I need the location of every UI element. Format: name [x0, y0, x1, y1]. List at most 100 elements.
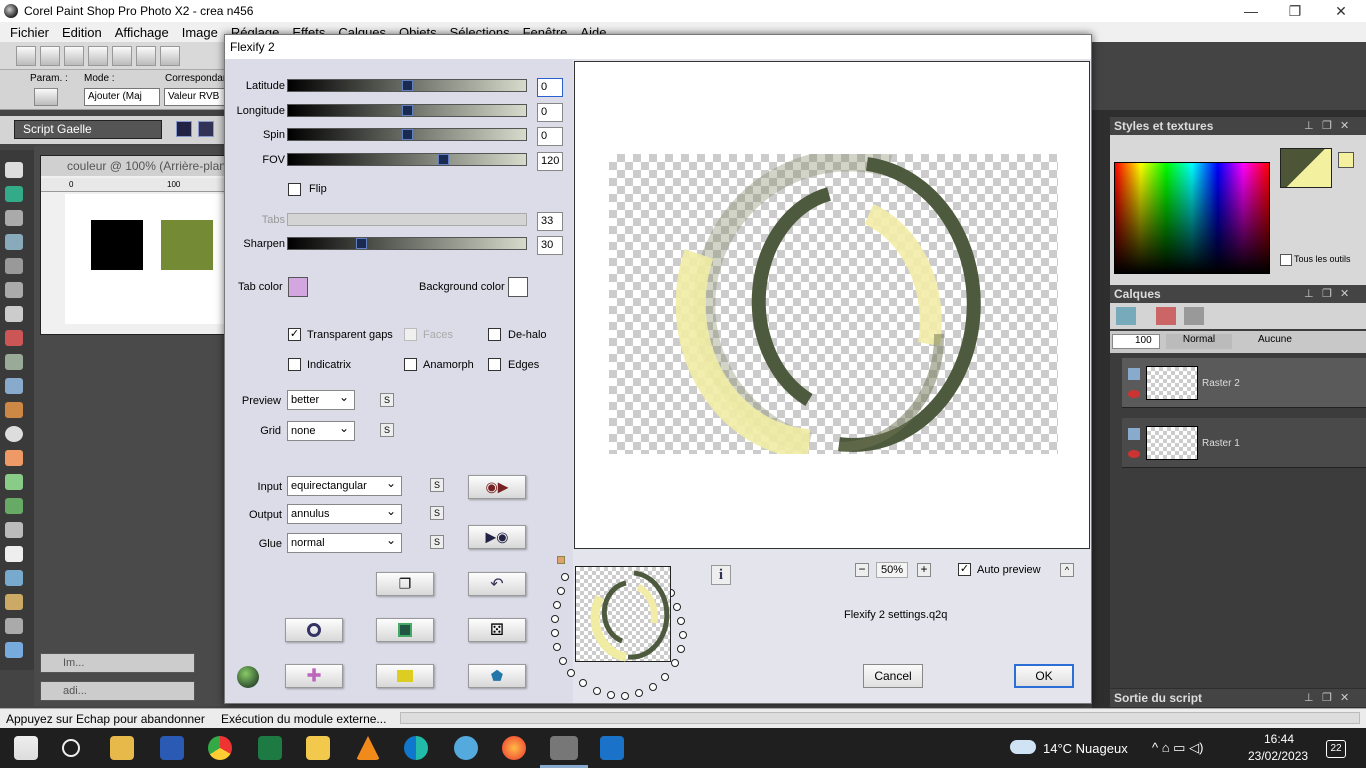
- spin-slider[interactable]: [287, 128, 527, 141]
- document-canvas[interactable]: [65, 194, 231, 324]
- flip-checkbox[interactable]: [288, 183, 301, 196]
- cancel-button[interactable]: Cancel: [863, 664, 923, 688]
- new-layer-icon[interactable]: [1116, 307, 1136, 325]
- panel-pin-icon[interactable]: ⊥: [1304, 689, 1314, 707]
- dehalo-checkbox[interactable]: [488, 328, 501, 341]
- slider-thumb[interactable]: [356, 238, 367, 249]
- input-play-button[interactable]: ◉▶: [468, 475, 526, 499]
- slider-thumb[interactable]: [402, 105, 413, 116]
- random-dice-button[interactable]: ⚄: [468, 618, 526, 642]
- info-button[interactable]: i: [711, 565, 731, 585]
- preview-canvas[interactable]: [574, 61, 1090, 549]
- excel-icon[interactable]: [258, 736, 282, 760]
- flood-fill-tool-icon[interactable]: [5, 498, 23, 514]
- print-button[interactable]: [160, 45, 180, 66]
- panel-restore-icon[interactable]: ❐: [1322, 689, 1332, 707]
- layer-row-raster-2[interactable]: Raster 2: [1122, 358, 1366, 408]
- frame-button[interactable]: [376, 618, 434, 642]
- crop-tool-icon[interactable]: [5, 282, 23, 298]
- system-tray-icons[interactable]: ^ ⌂ ▭ ◁): [1152, 740, 1203, 756]
- spin-input[interactable]: 0: [537, 127, 563, 146]
- auto-preview-checkbox[interactable]: ✓: [958, 563, 971, 576]
- outlook-icon[interactable]: [600, 736, 624, 760]
- menu-fichier[interactable]: Fichier: [10, 25, 49, 40]
- foreground-background-swatch[interactable]: [1280, 148, 1332, 188]
- fov-input[interactable]: 120: [537, 152, 563, 171]
- color-replacer-tool-icon[interactable]: [5, 522, 23, 538]
- firefox-icon[interactable]: [502, 736, 526, 760]
- brush-variance-tool-icon[interactable]: [5, 642, 23, 658]
- browse-button[interactable]: [64, 45, 84, 66]
- panel-restore-icon[interactable]: ❐: [1322, 117, 1332, 135]
- anamorph-checkbox[interactable]: [404, 358, 417, 371]
- scan-button[interactable]: [88, 45, 108, 66]
- menu-image[interactable]: Image: [182, 25, 218, 40]
- panel-pin-icon[interactable]: ⊥: [1304, 285, 1314, 303]
- sharpen-input[interactable]: 30: [537, 236, 563, 255]
- output-save-button[interactable]: S: [430, 506, 444, 520]
- tab-color-swatch[interactable]: [288, 277, 308, 297]
- save-as-button[interactable]: [136, 45, 156, 66]
- selection-tool-icon[interactable]: [5, 234, 23, 250]
- sharpen-slider[interactable]: [287, 237, 527, 250]
- weather-text[interactable]: 14°C Nuageux: [1043, 741, 1128, 756]
- paint-shop-pro-icon[interactable]: [550, 736, 578, 760]
- zoom-in-button[interactable]: +: [917, 563, 931, 577]
- paint-brush-tool-icon[interactable]: [5, 402, 23, 418]
- search-icon[interactable]: [62, 739, 80, 757]
- run-script-icon[interactable]: [176, 121, 192, 137]
- menu-edition[interactable]: Edition: [62, 25, 102, 40]
- longitude-slider[interactable]: [287, 104, 527, 117]
- file-explorer-icon[interactable]: [110, 736, 134, 760]
- app-globe-icon[interactable]: [454, 736, 478, 760]
- close-button[interactable]: ✕: [1318, 0, 1364, 22]
- save-button[interactable]: [112, 45, 132, 66]
- plugin-logo-icon[interactable]: [237, 666, 259, 688]
- windows-start-icon[interactable]: [14, 736, 38, 760]
- input-projection-select[interactable]: equirectangular: [287, 474, 402, 496]
- swap-color-swatch[interactable]: [1338, 152, 1354, 168]
- panel-close-icon[interactable]: ✕: [1340, 285, 1349, 303]
- background-color-swatch[interactable]: [508, 277, 528, 297]
- makeover-tool-icon[interactable]: [5, 354, 23, 370]
- tabs-input[interactable]: 33: [537, 212, 563, 231]
- panel-pin-icon[interactable]: ⊥: [1304, 117, 1314, 135]
- edges-checkbox[interactable]: [488, 358, 501, 371]
- panel-close-icon[interactable]: ✕: [1340, 689, 1349, 707]
- mode-select[interactable]: Ajouter (Maj: [84, 88, 160, 106]
- cube-button[interactable]: [376, 664, 434, 688]
- blend-mode-select[interactable]: Normal: [1166, 334, 1232, 349]
- pen-tool-icon[interactable]: [5, 594, 23, 610]
- collapse-button[interactable]: ^: [1060, 563, 1074, 577]
- dropper-tool-icon[interactable]: [5, 258, 23, 274]
- menu-affichage[interactable]: Affichage: [115, 25, 169, 40]
- straighten-tool-icon[interactable]: [5, 306, 23, 322]
- fov-slider[interactable]: [287, 153, 527, 166]
- undo-button[interactable]: ↶: [468, 572, 526, 596]
- dodge-tool-icon[interactable]: [5, 426, 23, 442]
- color-palette[interactable]: [1114, 162, 1270, 274]
- cross-button[interactable]: ✚: [285, 664, 343, 688]
- script-select[interactable]: Script Gaelle: [14, 120, 162, 139]
- edge-icon[interactable]: [404, 736, 428, 760]
- document-window[interactable]: couleur @ 100% (Arrière-plan) 0 100: [40, 155, 231, 335]
- vlc-icon[interactable]: [356, 736, 380, 760]
- layer-properties-icon[interactable]: [1184, 307, 1204, 325]
- minimized-window-2[interactable]: adi...: [40, 681, 195, 701]
- output-projection-select[interactable]: annulus: [287, 502, 402, 524]
- warp-tool-icon[interactable]: [5, 618, 23, 634]
- preview-save-button[interactable]: S: [380, 393, 394, 407]
- move-tool-icon[interactable]: [5, 210, 23, 226]
- notifications-badge[interactable]: 22: [1326, 740, 1346, 758]
- latitude-slider[interactable]: [287, 79, 527, 92]
- preview-quality-select[interactable]: better: [287, 388, 355, 410]
- pan-tool-icon[interactable]: [5, 162, 23, 178]
- ring-button[interactable]: [285, 618, 343, 642]
- picture-tube-tool-icon[interactable]: [5, 474, 23, 490]
- zoom-tool-icon[interactable]: [5, 186, 23, 202]
- opacity-field[interactable]: 100: [1112, 334, 1160, 349]
- all-tools-checkbox[interactable]: [1280, 254, 1292, 266]
- word-icon[interactable]: [160, 736, 184, 760]
- text-tool-icon[interactable]: [5, 546, 23, 562]
- chrome-icon[interactable]: [208, 736, 232, 760]
